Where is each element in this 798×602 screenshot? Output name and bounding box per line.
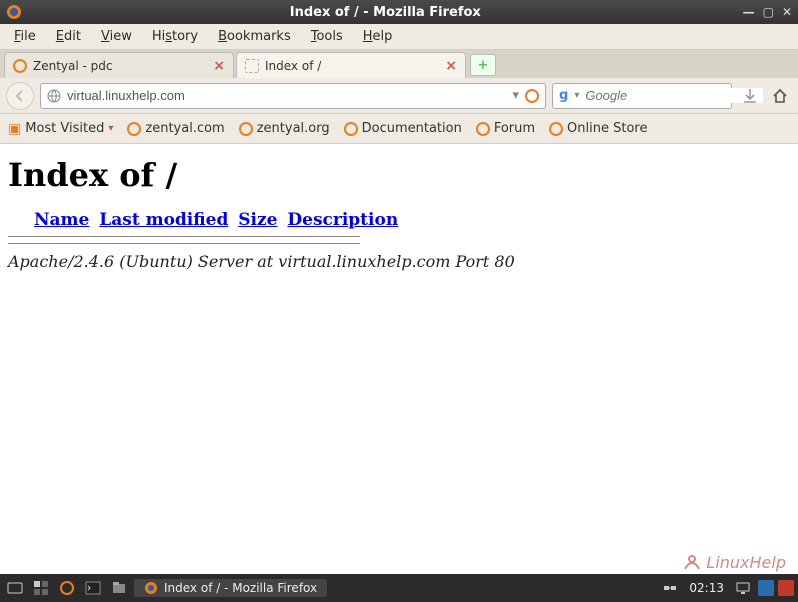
menu-bookmarks[interactable]: Bookmarks (210, 26, 299, 47)
downloads-button[interactable] (738, 84, 762, 108)
column-description[interactable]: Description (287, 210, 398, 230)
bookmarks-toolbar: ▣ Most Visited ▾ zentyal.com zentyal.org… (0, 114, 798, 144)
search-dropdown-icon[interactable]: ▾ (574, 90, 579, 101)
bookmark-label: Documentation (362, 121, 462, 136)
bookmark-zentyal-org[interactable]: zentyal.org (239, 121, 330, 136)
network-tray-icon[interactable] (659, 577, 681, 599)
reload-icon[interactable] (525, 89, 539, 103)
divider (8, 243, 360, 244)
folder-icon: ▣ (8, 121, 21, 137)
menubar: File Edit View History Bookmarks Tools H… (0, 24, 798, 50)
files-launcher[interactable] (108, 577, 130, 599)
search-bar[interactable]: g ▾ (552, 83, 732, 109)
column-last-modified[interactable]: Last modified (99, 210, 228, 230)
bookmark-documentation[interactable]: Documentation (344, 121, 462, 136)
menu-file[interactable]: File (6, 26, 44, 47)
bookmark-zentyal-com[interactable]: zentyal.com (127, 121, 224, 136)
zentyal-launcher[interactable] (56, 577, 78, 599)
tab-close-button[interactable]: × (445, 58, 457, 74)
bookmark-online-store[interactable]: Online Store (549, 121, 647, 136)
bookmark-label: zentyal.com (145, 121, 224, 136)
task-label: Index of / - Mozilla Firefox (164, 581, 317, 595)
watermark-text: LinuxHelp (706, 553, 786, 572)
page-heading: Index of / (8, 156, 790, 194)
globe-icon (47, 89, 61, 103)
server-signature: Apache/2.4.6 (Ubuntu) Server at virtual.… (8, 252, 790, 271)
search-input[interactable] (585, 88, 763, 103)
firefox-icon (6, 4, 22, 20)
zentyal-icon (549, 122, 563, 136)
tray-indicator-blue[interactable] (758, 580, 774, 596)
window-title: Index of / - Mozilla Firefox (28, 5, 743, 20)
menu-help[interactable]: Help (355, 26, 401, 47)
tab-index-of[interactable]: Index of / × (236, 52, 466, 78)
navbar: ▾ g ▾ (0, 78, 798, 114)
tab-close-button[interactable]: × (213, 58, 225, 74)
bookmark-label: Most Visited (25, 121, 104, 136)
menu-edit[interactable]: Edit (48, 26, 89, 47)
new-tab-button[interactable]: + (470, 54, 496, 76)
directory-listing-headers: Name Last modified Size Description (34, 210, 790, 230)
bookmark-label: Online Store (567, 121, 647, 136)
divider (8, 236, 360, 237)
shutdown-button[interactable] (778, 580, 794, 596)
zentyal-icon (127, 122, 141, 136)
bookmark-label: zentyal.org (257, 121, 330, 136)
zentyal-icon (476, 122, 490, 136)
show-desktop-button[interactable] (4, 577, 26, 599)
page-icon (245, 59, 259, 73)
url-dropdown-icon[interactable]: ▾ (512, 88, 519, 103)
workspaces-button[interactable] (30, 577, 52, 599)
column-size[interactable]: Size (238, 210, 277, 230)
page-content: Index of / Name Last modified Size Descr… (0, 144, 798, 574)
bookmark-most-visited[interactable]: ▣ Most Visited ▾ (8, 121, 113, 137)
menu-history[interactable]: History (144, 26, 206, 47)
display-tray-icon[interactable] (732, 577, 754, 599)
tab-title: Zentyal - pdc (33, 59, 207, 73)
terminal-launcher[interactable] (82, 577, 104, 599)
tab-title: Index of / (265, 59, 439, 73)
column-name[interactable]: Name (34, 210, 89, 230)
chevron-down-icon: ▾ (108, 123, 113, 134)
menu-tools[interactable]: Tools (303, 26, 351, 47)
taskbar-clock[interactable]: 02:13 (685, 581, 728, 595)
google-icon: g (559, 88, 568, 103)
menu-view[interactable]: View (93, 26, 140, 47)
taskbar-firefox[interactable]: Index of / - Mozilla Firefox (134, 579, 327, 597)
home-button[interactable] (768, 84, 792, 108)
window-titlebar: Index of / - Mozilla Firefox — ▢ ✕ (0, 0, 798, 24)
tabbar: Zentyal - pdc × Index of / × + (0, 50, 798, 78)
zentyal-icon (13, 59, 27, 73)
zentyal-icon (239, 122, 253, 136)
watermark: LinuxHelp (682, 552, 786, 572)
bookmark-forum[interactable]: Forum (476, 121, 535, 136)
zentyal-icon (344, 122, 358, 136)
bookmark-label: Forum (494, 121, 535, 136)
taskbar: Index of / - Mozilla Firefox 02:13 (0, 574, 798, 602)
tab-zentyal-pdc[interactable]: Zentyal - pdc × (4, 52, 234, 78)
back-button[interactable] (6, 82, 34, 110)
url-bar[interactable]: ▾ (40, 83, 546, 109)
window-minimize-button[interactable]: — (743, 5, 755, 19)
window-maximize-button[interactable]: ▢ (763, 5, 774, 19)
url-input[interactable] (67, 88, 506, 103)
window-close-button[interactable]: ✕ (782, 5, 792, 19)
